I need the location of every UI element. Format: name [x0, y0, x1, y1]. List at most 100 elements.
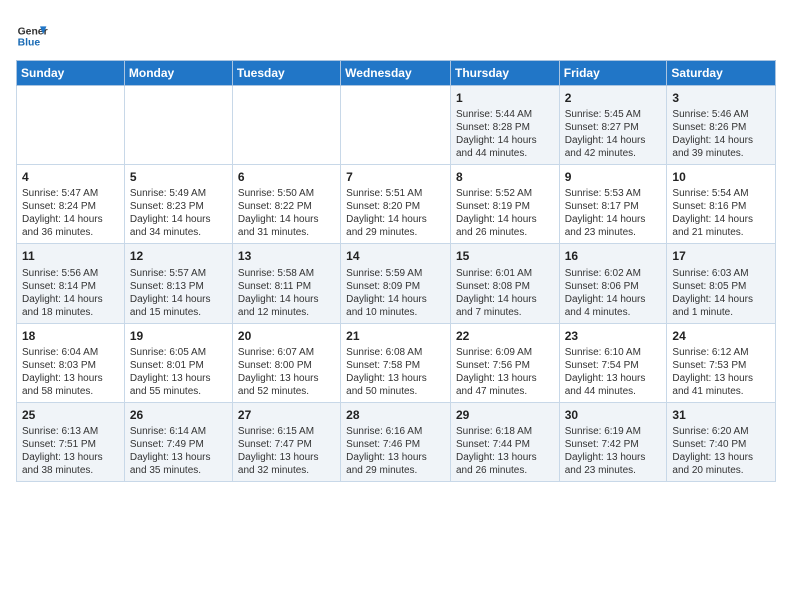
cell-content: Sunrise: 5:47 AM Sunset: 8:24 PM Dayligh… — [22, 187, 119, 239]
calendar-week-row: 25Sunrise: 6:13 AM Sunset: 7:51 PM Dayli… — [17, 402, 776, 481]
cell-content: Sunrise: 5:58 AM Sunset: 8:11 PM Dayligh… — [238, 267, 335, 319]
calendar-cell: 9 Sunrise: 5:53 AM Sunset: 8:17 PM Daylig… — [559, 165, 667, 244]
cell-content: Sunrise: 6:16 AM Sunset: 7:46 PM Dayligh… — [346, 425, 445, 477]
calendar-cell: 21Sunrise: 6:08 AM Sunset: 7:58 PM Dayli… — [341, 323, 451, 402]
cell-content: Sunrise: 5:45 AM Sunset: 8:27 PM Dayligh… — [565, 108, 662, 160]
cell-content: Sunrise: 6:05 AM Sunset: 8:01 PM Dayligh… — [130, 346, 227, 398]
calendar-cell: 19 Sunrise: 6:05 AM Sunset: 8:01 PM Dayli… — [124, 323, 232, 402]
day-number: 14 — [346, 248, 445, 264]
calendar-cell: 1 Sunrise: 5:44 AM Sunset: 8:28 PM Daylig… — [450, 86, 559, 165]
calendar-week-row: 1 Sunrise: 5:44 AM Sunset: 8:28 PM Daylig… — [17, 86, 776, 165]
weekday-header: Thursday — [450, 61, 559, 86]
cell-content: Sunrise: 5:50 AM Sunset: 8:22 PM Dayligh… — [238, 187, 335, 239]
calendar-cell — [17, 86, 125, 165]
day-number: 30 — [565, 407, 662, 423]
cell-content: Sunrise: 5:56 AM Sunset: 8:14 PM Dayligh… — [22, 267, 119, 319]
cell-content: Sunrise: 5:53 AM Sunset: 8:17 PM Dayligh… — [565, 187, 662, 239]
day-number: 15 — [456, 248, 554, 264]
cell-content: Sunrise: 5:49 AM Sunset: 8:23 PM Dayligh… — [130, 187, 227, 239]
day-number: 10 — [672, 169, 770, 185]
cell-content: Sunrise: 6:07 AM Sunset: 8:00 PM Dayligh… — [238, 346, 335, 398]
cell-content: Sunrise: 6:14 AM Sunset: 7:49 PM Dayligh… — [130, 425, 227, 477]
day-number: 18 — [22, 328, 119, 344]
day-number: 5 — [130, 169, 227, 185]
calendar-cell — [341, 86, 451, 165]
cell-content: Sunrise: 6:09 AM Sunset: 7:56 PM Dayligh… — [456, 346, 554, 398]
calendar-table: SundayMondayTuesdayWednesdayThursdayFrid… — [16, 60, 776, 482]
day-number: 28 — [346, 407, 445, 423]
weekday-header: Monday — [124, 61, 232, 86]
day-number: 20 — [238, 328, 335, 344]
weekday-header: Sunday — [17, 61, 125, 86]
calendar-week-row: 4Sunrise: 5:47 AM Sunset: 8:24 PM Daylig… — [17, 165, 776, 244]
day-number: 23 — [565, 328, 662, 344]
cell-content: Sunrise: 5:51 AM Sunset: 8:20 PM Dayligh… — [346, 187, 445, 239]
cell-content: Sunrise: 5:57 AM Sunset: 8:13 PM Dayligh… — [130, 267, 227, 319]
day-number: 22 — [456, 328, 554, 344]
day-number: 31 — [672, 407, 770, 423]
day-number: 6 — [238, 169, 335, 185]
day-number: 3 — [672, 90, 770, 106]
day-number: 17 — [672, 248, 770, 264]
cell-content: Sunrise: 6:19 AM Sunset: 7:42 PM Dayligh… — [565, 425, 662, 477]
calendar-cell: 12 Sunrise: 5:57 AM Sunset: 8:13 PM Dayli… — [124, 244, 232, 323]
calendar-cell: 15 Sunrise: 6:01 AM Sunset: 8:08 PM Dayli… — [450, 244, 559, 323]
day-number: 24 — [672, 328, 770, 344]
cell-content: Sunrise: 5:46 AM Sunset: 8:26 PM Dayligh… — [672, 108, 770, 160]
cell-content: Sunrise: 6:18 AM Sunset: 7:44 PM Dayligh… — [456, 425, 554, 477]
calendar-cell: 7 Sunrise: 5:51 AM Sunset: 8:20 PM Daylig… — [341, 165, 451, 244]
cell-content: Sunrise: 6:12 AM Sunset: 7:53 PM Dayligh… — [672, 346, 770, 398]
cell-content: Sunrise: 5:44 AM Sunset: 8:28 PM Dayligh… — [456, 108, 554, 160]
cell-content: Sunrise: 6:01 AM Sunset: 8:08 PM Dayligh… — [456, 267, 554, 319]
calendar-cell: 3 Sunrise: 5:46 AM Sunset: 8:26 PM Daylig… — [667, 86, 776, 165]
calendar-cell: 26 Sunrise: 6:14 AM Sunset: 7:49 PM Dayli… — [124, 402, 232, 481]
calendar-cell — [232, 86, 340, 165]
day-number: 1 — [456, 90, 554, 106]
day-number: 19 — [130, 328, 227, 344]
calendar-cell: 16Sunrise: 6:02 AM Sunset: 8:06 PM Dayli… — [559, 244, 667, 323]
header: General Blue — [16, 16, 776, 52]
logo-icon: General Blue — [16, 20, 48, 52]
cell-content: Sunrise: 6:04 AM Sunset: 8:03 PM Dayligh… — [22, 346, 119, 398]
day-number: 27 — [238, 407, 335, 423]
calendar-cell: 8 Sunrise: 5:52 AM Sunset: 8:19 PM Daylig… — [450, 165, 559, 244]
calendar-cell — [124, 86, 232, 165]
cell-content: Sunrise: 6:10 AM Sunset: 7:54 PM Dayligh… — [565, 346, 662, 398]
calendar-cell: 25Sunrise: 6:13 AM Sunset: 7:51 PM Dayli… — [17, 402, 125, 481]
day-number: 13 — [238, 248, 335, 264]
calendar-cell: 10 Sunrise: 5:54 AM Sunset: 8:16 PM Dayli… — [667, 165, 776, 244]
calendar-cell: 17Sunrise: 6:03 AM Sunset: 8:05 PM Dayli… — [667, 244, 776, 323]
day-number: 7 — [346, 169, 445, 185]
weekday-header-row: SundayMondayTuesdayWednesdayThursdayFrid… — [17, 61, 776, 86]
cell-content: Sunrise: 6:15 AM Sunset: 7:47 PM Dayligh… — [238, 425, 335, 477]
calendar-cell: 28 Sunrise: 6:16 AM Sunset: 7:46 PM Dayli… — [341, 402, 451, 481]
day-number: 9 — [565, 169, 662, 185]
weekday-header: Wednesday — [341, 61, 451, 86]
day-number: 2 — [565, 90, 662, 106]
cell-content: Sunrise: 5:59 AM Sunset: 8:09 PM Dayligh… — [346, 267, 445, 319]
day-number: 12 — [130, 248, 227, 264]
calendar-cell: 31Sunrise: 6:20 AM Sunset: 7:40 PM Dayli… — [667, 402, 776, 481]
cell-content: Sunrise: 5:52 AM Sunset: 8:19 PM Dayligh… — [456, 187, 554, 239]
weekday-header: Saturday — [667, 61, 776, 86]
calendar-cell: 20 Sunrise: 6:07 AM Sunset: 8:00 PM Dayli… — [232, 323, 340, 402]
cell-content: Sunrise: 5:54 AM Sunset: 8:16 PM Dayligh… — [672, 187, 770, 239]
calendar-cell: 30 Sunrise: 6:19 AM Sunset: 7:42 PM Dayli… — [559, 402, 667, 481]
calendar-cell: 13 Sunrise: 5:58 AM Sunset: 8:11 PM Dayli… — [232, 244, 340, 323]
calendar-cell: 27 Sunrise: 6:15 AM Sunset: 7:47 PM Dayli… — [232, 402, 340, 481]
day-number: 25 — [22, 407, 119, 423]
calendar-cell: 6 Sunrise: 5:50 AM Sunset: 8:22 PM Daylig… — [232, 165, 340, 244]
svg-text:Blue: Blue — [18, 38, 41, 49]
calendar-cell: 22 Sunrise: 6:09 AM Sunset: 7:56 PM Dayli… — [450, 323, 559, 402]
calendar-cell: 18 Sunrise: 6:04 AM Sunset: 8:03 PM Dayli… — [17, 323, 125, 402]
calendar-week-row: 18 Sunrise: 6:04 AM Sunset: 8:03 PM Dayli… — [17, 323, 776, 402]
day-number: 26 — [130, 407, 227, 423]
cell-content: Sunrise: 6:02 AM Sunset: 8:06 PM Dayligh… — [565, 267, 662, 319]
day-number: 29 — [456, 407, 554, 423]
day-number: 21 — [346, 328, 445, 344]
calendar-cell: 29 Sunrise: 6:18 AM Sunset: 7:44 PM Dayli… — [450, 402, 559, 481]
weekday-header: Tuesday — [232, 61, 340, 86]
calendar-cell: 23 Sunrise: 6:10 AM Sunset: 7:54 PM Dayli… — [559, 323, 667, 402]
day-number: 8 — [456, 169, 554, 185]
calendar-week-row: 11Sunrise: 5:56 AM Sunset: 8:14 PM Dayli… — [17, 244, 776, 323]
